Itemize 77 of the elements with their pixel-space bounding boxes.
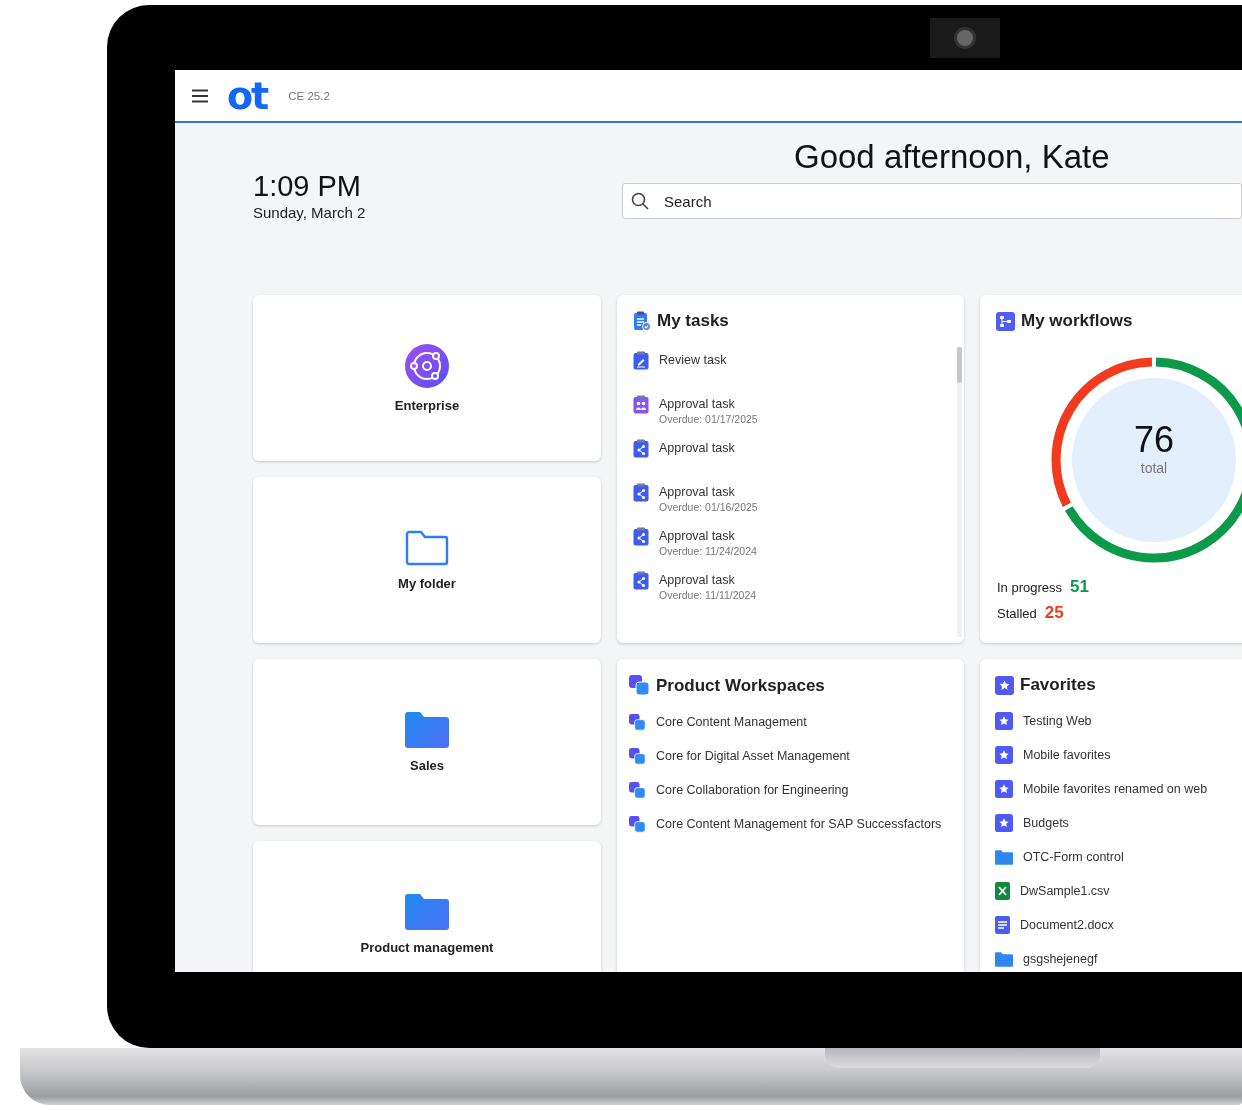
- search-field[interactable]: Search: [622, 183, 1242, 219]
- task-due-date: Overdue: 01/16/2025: [659, 501, 758, 513]
- task-title: Approval task: [659, 529, 736, 543]
- tile-label: Product management: [360, 939, 494, 955]
- workspace-icon: [629, 675, 650, 696]
- task-title: Review task: [659, 353, 727, 367]
- menu-icon[interactable]: [192, 88, 208, 103]
- tile-label: Enterprise: [394, 397, 460, 413]
- search-icon: [631, 192, 649, 210]
- stat-label: Stalled: [997, 606, 1037, 621]
- tile-card[interactable]: My folder: [253, 477, 601, 643]
- favorite-item[interactable]: Document2.docx: [995, 916, 1242, 934]
- favorite-item[interactable]: gsgshejenegf: [995, 950, 1242, 968]
- clipboard-share-icon: [633, 483, 649, 502]
- folder-icon: [405, 893, 449, 930]
- task-item[interactable]: Approval task Overdue: 11/11/2024: [633, 571, 948, 603]
- favorite-item[interactable]: Mobile favorites renamed on web: [995, 780, 1242, 798]
- greeting-heading: Good afternoon, Kate: [793, 137, 1111, 177]
- card-title: Favorites: [1020, 675, 1096, 695]
- favorite-item[interactable]: Testing Web: [995, 712, 1242, 730]
- clipboard-check-icon: [633, 311, 651, 331]
- favorite-item[interactable]: Budgets: [995, 814, 1242, 832]
- logo[interactable]: ot: [227, 78, 268, 113]
- tile-card[interactable]: Product management: [253, 841, 601, 972]
- card-title: My workflows: [1021, 311, 1133, 331]
- spreadsheet-icon: [995, 882, 1010, 900]
- task-due-date: Overdue: 01/17/2025: [659, 413, 758, 425]
- folder-icon: [995, 951, 1013, 967]
- clipboard-people-icon: [633, 395, 649, 414]
- task-title: Approval task: [659, 573, 736, 587]
- workflow-icon: [996, 311, 1015, 331]
- task-item[interactable]: Approval task Overdue: 01/16/2025: [633, 483, 948, 515]
- clipboard-share-icon: [633, 571, 649, 590]
- task-item[interactable]: Approval task Overdue: 01/17/2025: [633, 395, 948, 427]
- folder-icon: [405, 529, 449, 566]
- task-title: Approval task: [659, 397, 736, 411]
- task-item[interactable]: Approval task: [633, 439, 948, 471]
- tile-label: My folder: [398, 575, 456, 591]
- scrollbar[interactable]: [957, 347, 962, 637]
- total-label: total: [1140, 460, 1168, 476]
- version-label: CE 25.2: [288, 89, 330, 102]
- workspace-item[interactable]: Core Content Management for SAP Successfactors: [629, 815, 952, 833]
- task-due-date: Overdue: 11/24/2024: [659, 545, 757, 557]
- favorite-item[interactable]: Mobile favorites: [995, 746, 1242, 764]
- card-title: Product Workspaces: [656, 675, 825, 696]
- document-icon: [995, 916, 1010, 934]
- clipboard-share-icon: [633, 527, 649, 546]
- workspace-icon: [629, 713, 646, 731]
- workspace-icon: [629, 781, 646, 799]
- total-count: 76: [1133, 420, 1174, 460]
- webcam-drawing: [930, 18, 1000, 58]
- workspace-icon: [629, 815, 646, 833]
- tile-card[interactable]: Sales: [253, 659, 601, 825]
- favorite-item[interactable]: DwSample1.csv: [995, 882, 1242, 900]
- task-title: Approval task: [659, 485, 736, 499]
- stat-value: 25: [1044, 603, 1064, 623]
- card-title: My tasks: [657, 311, 729, 331]
- task-due-date: Overdue: 11/11/2024: [659, 589, 757, 601]
- clock-time: 1:09 PM: [253, 170, 362, 202]
- workspace-item[interactable]: Core Content Management: [629, 713, 952, 731]
- clipboard-share-icon: [633, 439, 649, 458]
- workspace-item[interactable]: Core Collaboration for Engineering: [629, 781, 952, 799]
- workspace-item[interactable]: Core for Digital Asset Management: [629, 747, 952, 765]
- task-item[interactable]: Approval task Overdue: 11/24/2024: [633, 527, 948, 559]
- orbit-icon: [405, 343, 449, 388]
- favorite-item[interactable]: OTC-Form control: [995, 848, 1242, 866]
- tile-card[interactable]: Enterprise: [253, 295, 601, 461]
- stat-label: In progress: [997, 580, 1063, 595]
- clock-date: Sunday, March 2: [253, 204, 367, 221]
- stat-value: 51: [1070, 577, 1089, 597]
- workspace-icon: [629, 747, 646, 765]
- task-item[interactable]: Review task: [633, 351, 948, 383]
- folder-icon: [405, 711, 449, 748]
- task-title: Approval task: [659, 441, 735, 455]
- clipboard-pencil-icon: [633, 351, 649, 370]
- folder-icon: [995, 849, 1013, 865]
- tile-label: Sales: [410, 757, 444, 773]
